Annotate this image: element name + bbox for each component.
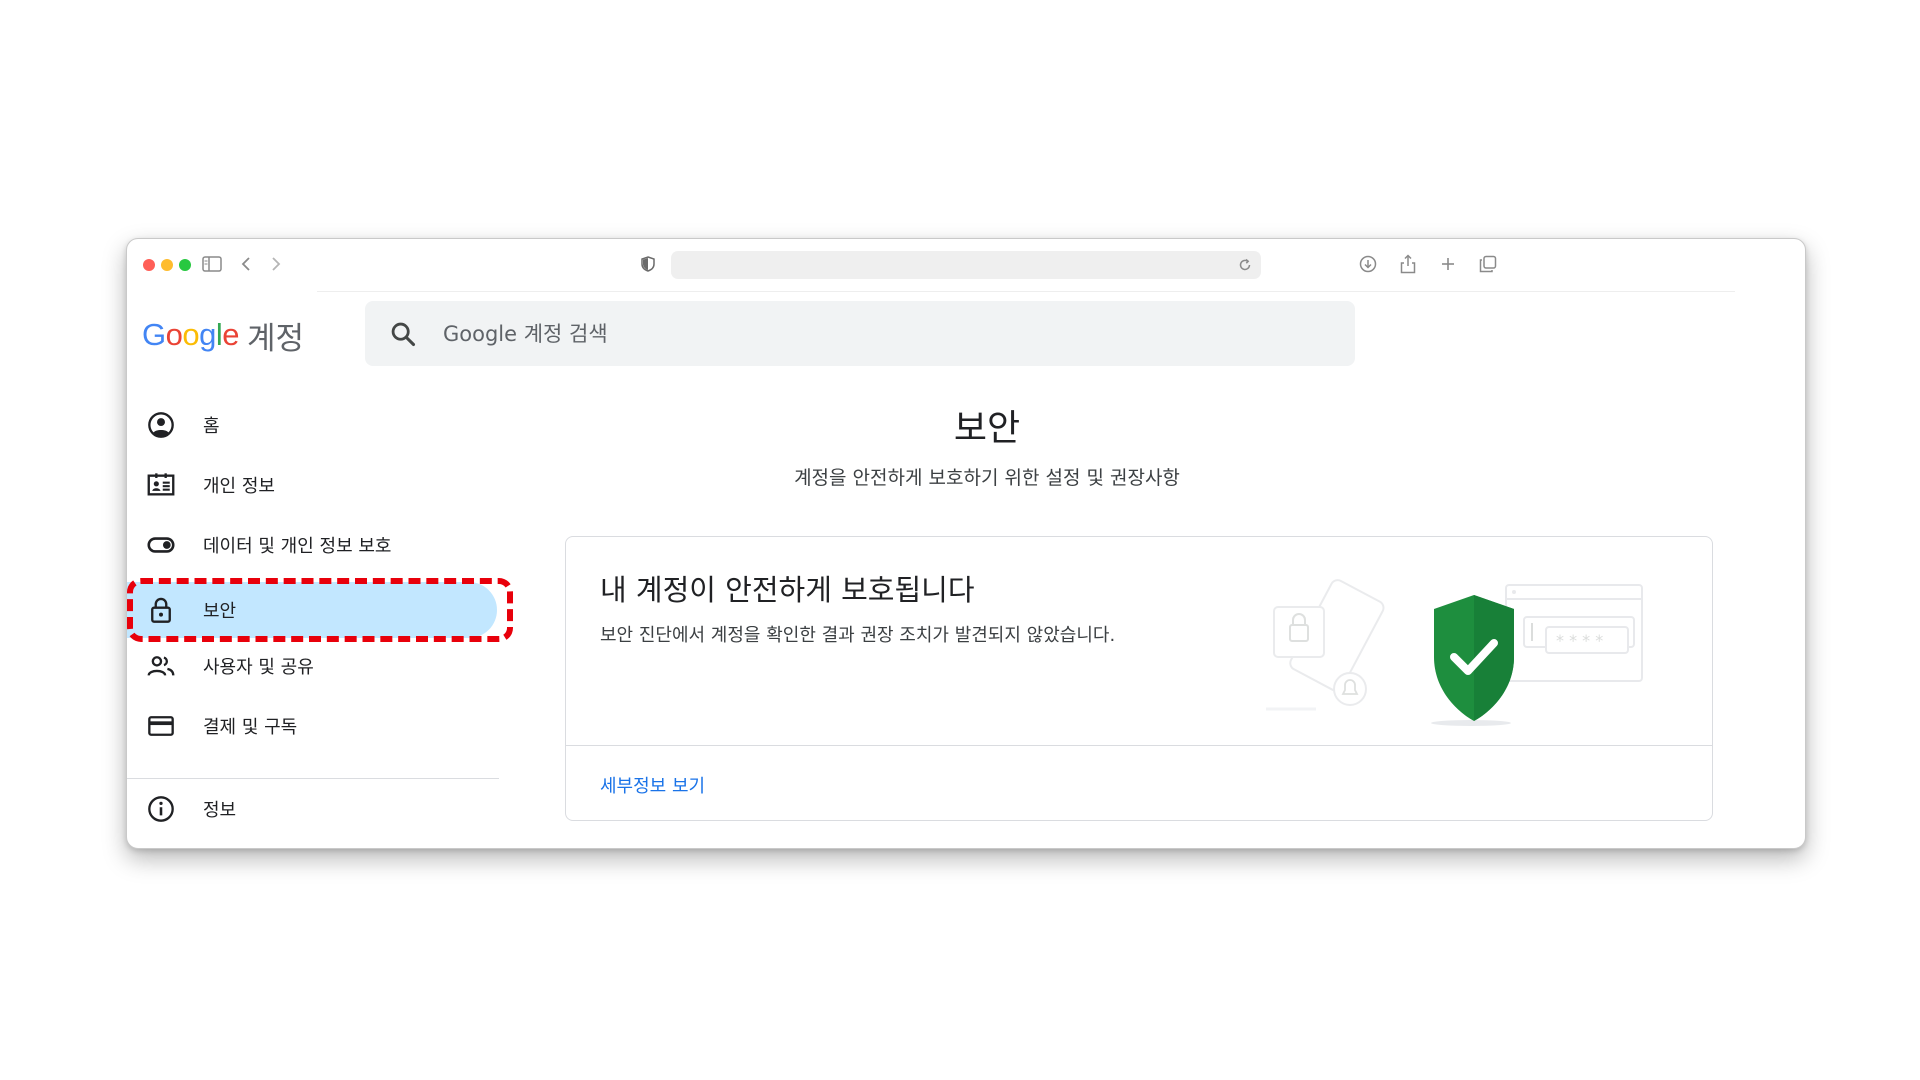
search-icon[interactable] (389, 320, 417, 348)
account-label: 계정 (247, 320, 305, 356)
toggle-icon (147, 537, 175, 553)
phone-lock-icon (1266, 579, 1385, 711)
sidebar-item-label: 결제 및 구독 (203, 717, 298, 738)
minimize-window-button[interactable] (161, 259, 173, 271)
shield-icon[interactable] (637, 253, 659, 275)
reload-icon[interactable] (1235, 255, 1255, 275)
view-details-link[interactable]: 세부정보 보기 (600, 772, 705, 798)
password-window-icon: * * * * (1505, 584, 1643, 682)
sidebar-item-personal-info[interactable]: 개인 정보 (127, 457, 497, 513)
card-divider (566, 745, 1712, 746)
sidebar-item-label: 데이터 및 개인 정보 보호 (203, 536, 392, 557)
forward-icon[interactable] (265, 253, 287, 275)
sidebar-item-label: 개인 정보 (203, 476, 275, 497)
check-shield-icon (1431, 595, 1514, 726)
account-circle-icon (148, 412, 174, 438)
google-logo-text: Google (142, 317, 240, 352)
card-title: 내 계정이 안전하게 보호됩니다 (600, 573, 975, 607)
sidebar-item-payments[interactable]: 결제 및 구독 (127, 698, 497, 754)
credit-card-icon (148, 716, 174, 736)
people-icon (147, 656, 175, 676)
annotation-highlight (127, 578, 513, 642)
info-icon (148, 796, 174, 822)
sidebar-item-label: 사용자 및 공유 (203, 657, 314, 678)
search-box[interactable] (365, 301, 1355, 366)
back-icon[interactable] (235, 253, 257, 275)
sidebar-item-about[interactable]: 정보 (127, 781, 497, 837)
sidebar-item-label: 정보 (203, 800, 237, 821)
page-title: 보안 (953, 408, 1021, 449)
sidebar-icon[interactable] (201, 253, 223, 275)
new-tab-icon[interactable] (1437, 253, 1459, 275)
id-card-icon (147, 473, 175, 496)
page-subtitle: 계정을 안전하게 보호하기 위한 설정 및 권장사항 (794, 467, 1180, 489)
browser-toolbar (127, 239, 1805, 291)
close-window-button[interactable] (143, 259, 155, 271)
card-description: 보안 진단에서 계정을 확인한 결과 권장 조치가 발견되지 않았습니다. (600, 625, 1116, 646)
share-icon[interactable] (1397, 253, 1419, 275)
sidebar-item-data-privacy[interactable]: 데이터 및 개인 정보 보호 (127, 517, 497, 573)
tabs-overview-icon[interactable] (1477, 253, 1499, 275)
security-status-card: 내 계정이 안전하게 보호됩니다 보안 진단에서 계정을 확인한 결과 권장 조… (565, 536, 1713, 821)
sidebar-item-people-sharing[interactable]: 사용자 및 공유 (127, 638, 497, 694)
maximize-window-button[interactable] (179, 259, 191, 271)
sidebar-item-label: 홈 (203, 416, 220, 437)
toolbar-divider (317, 291, 1735, 292)
search-input[interactable] (443, 301, 1323, 366)
download-icon[interactable] (1357, 253, 1379, 275)
sidebar-item-home[interactable]: 홈 (127, 397, 497, 453)
google-account-logo[interactable]: Google 계정 (142, 315, 305, 356)
security-illustration: * * * * (1266, 579, 1643, 726)
address-bar[interactable] (671, 251, 1261, 279)
sidebar-divider (127, 778, 499, 779)
svg-text:* * * *: * * * * (1556, 631, 1603, 650)
browser-window: Google 계정 홈 개인 정보 데이터 및 개인 정보 보호 보안 사용자 … (126, 238, 1806, 849)
